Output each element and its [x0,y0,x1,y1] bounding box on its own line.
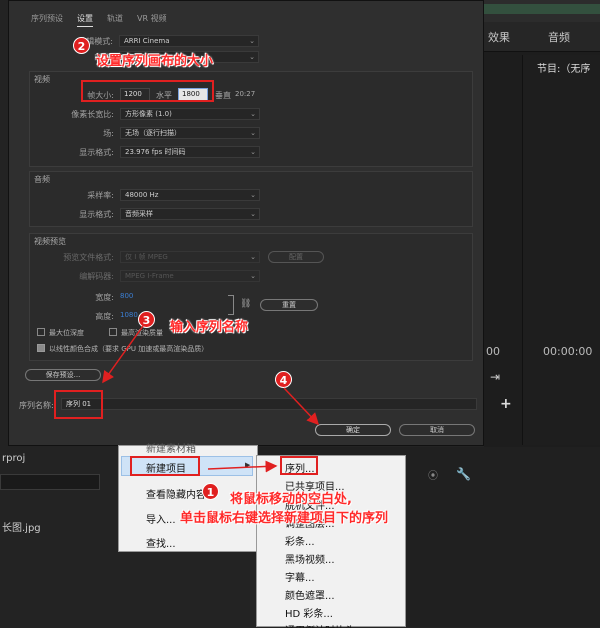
arrow-to-sequence [207,460,278,473]
arrow-to-name [102,325,144,384]
annotation-arrows [102,325,320,473]
arrow-to-ok [283,387,320,426]
